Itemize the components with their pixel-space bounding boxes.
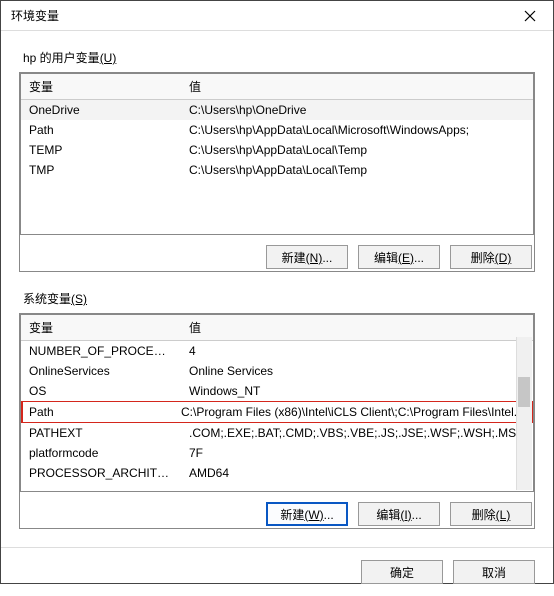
table-row[interactable]: NUMBER_OF_PROCESSORS 4 (21, 341, 533, 362)
table-row[interactable]: PATHEXT .COM;.EXE;.BAT;.CMD;.VBS;.VBE;.J… (21, 423, 533, 443)
system-vars-label: 系统变量(S) (23, 290, 531, 307)
env-vars-dialog: 环境变量 hp 的用户变量(U) 变量 值 OneDrive (0, 0, 554, 584)
table-row[interactable]: OnlineServices Online Services (21, 361, 533, 381)
user-edit-button[interactable]: 编辑(E)... (358, 245, 440, 269)
table-row[interactable]: OS Windows_NT (21, 381, 533, 401)
col-header-value[interactable]: 值 (181, 315, 533, 341)
user-button-row: 新建(N)... 编辑(E)... 删除(D) (20, 235, 534, 271)
user-vars-panel: 变量 值 OneDrive C:\Users\hp\OneDrive Path … (19, 72, 535, 272)
system-vars-panel: 变量 值 NUMBER_OF_PROCESSORS 4 OnlineServic… (19, 313, 535, 529)
system-new-button[interactable]: 新建(W)... (266, 502, 348, 526)
system-edit-button[interactable]: 编辑(I)... (358, 502, 440, 526)
table-row[interactable]: OneDrive C:\Users\hp\OneDrive (21, 100, 533, 121)
close-icon[interactable] (507, 1, 553, 31)
vertical-scrollbar[interactable] (516, 337, 532, 490)
titlebar: 环境变量 (1, 1, 553, 31)
highlight-indicator: Path C:\Program Files (x86)\Intel\iCLS C… (21, 401, 533, 423)
col-header-name[interactable]: 变量 (21, 74, 181, 100)
table-row-path[interactable]: Path C:\Program Files (x86)\Intel\iCLS C… (21, 401, 533, 423)
system-delete-button[interactable]: 删除(L) (450, 502, 532, 526)
user-vars-label: hp 的用户变量(U) (23, 49, 531, 66)
col-header-value[interactable]: 值 (181, 74, 533, 100)
dialog-footer: 确定 取消 (1, 547, 553, 596)
table-row[interactable]: PROCESSOR_ARCHITECT... AMD64 (21, 463, 533, 483)
table-row[interactable]: Path C:\Users\hp\AppData\Local\Microsoft… (21, 120, 533, 140)
col-header-name[interactable]: 变量 (21, 315, 181, 341)
scrollbar-thumb[interactable] (518, 377, 530, 407)
ok-button[interactable]: 确定 (361, 560, 443, 584)
system-vars-table[interactable]: 变量 值 NUMBER_OF_PROCESSORS 4 OnlineServic… (21, 315, 533, 483)
user-new-button[interactable]: 新建(N)... (266, 245, 348, 269)
dialog-content: hp 的用户变量(U) 变量 值 OneDrive C:\Users\hp\On… (1, 31, 553, 547)
user-vars-table[interactable]: 变量 值 OneDrive C:\Users\hp\OneDrive Path … (21, 74, 533, 180)
table-row[interactable]: TMP C:\Users\hp\AppData\Local\Temp (21, 160, 533, 180)
window-title: 环境变量 (11, 7, 507, 24)
table-row[interactable]: platformcode 7F (21, 443, 533, 463)
system-button-row: 新建(W)... 编辑(I)... 删除(L) (20, 492, 534, 528)
user-delete-button[interactable]: 删除(D) (450, 245, 532, 269)
cancel-button[interactable]: 取消 (453, 560, 535, 584)
table-row[interactable]: TEMP C:\Users\hp\AppData\Local\Temp (21, 140, 533, 160)
